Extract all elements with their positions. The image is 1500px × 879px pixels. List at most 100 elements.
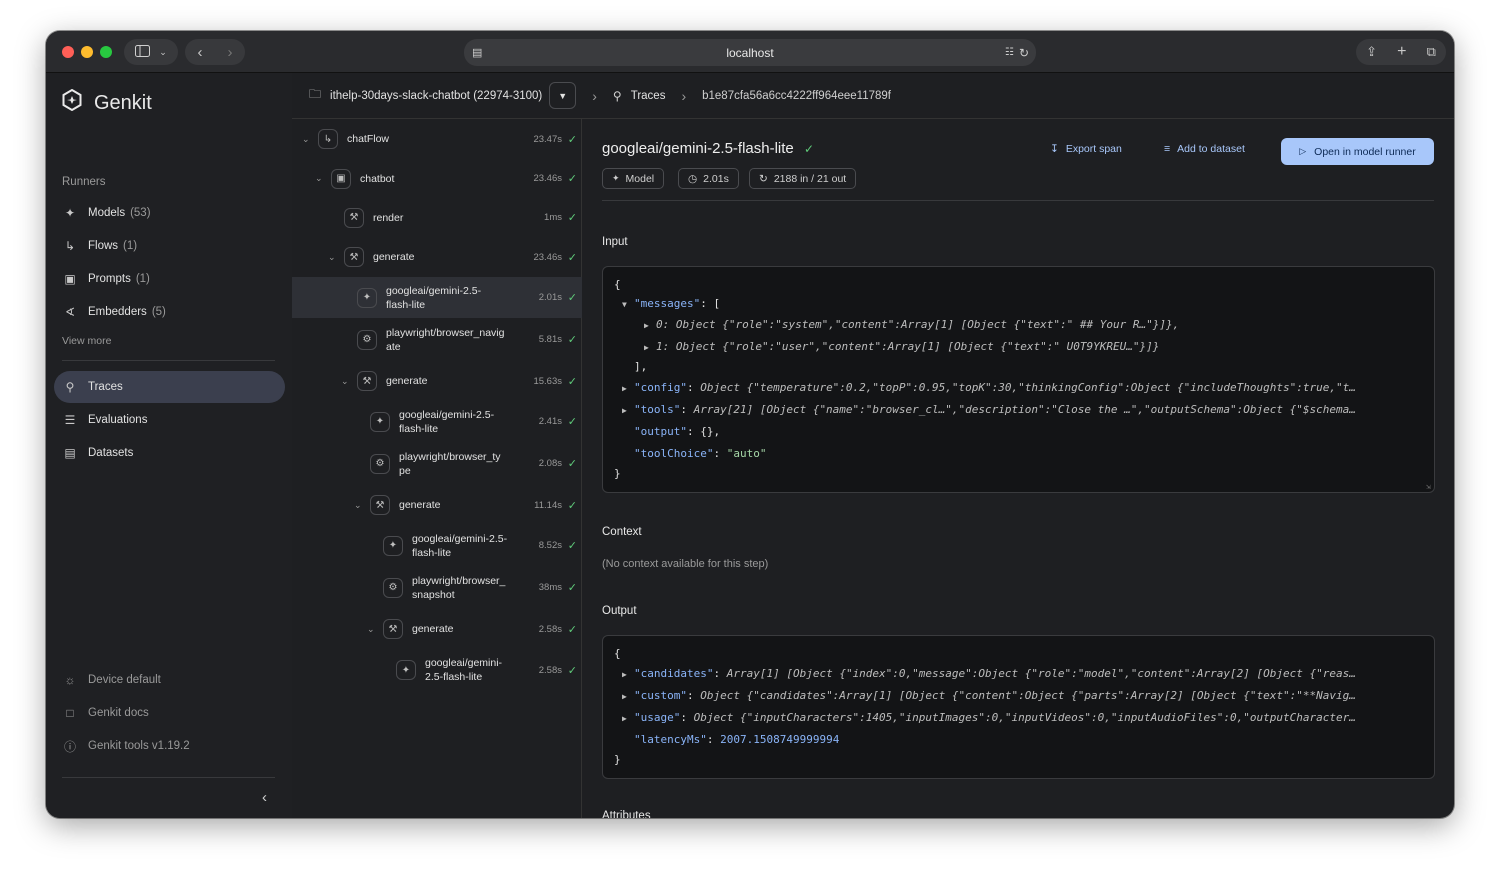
sidebar-divider: [62, 360, 275, 361]
span-label: playwright/browser_ty pe: [399, 450, 501, 477]
chevron-down-icon[interactable]: ⌄: [328, 252, 336, 263]
span-title: googleai/gemini-2.5-flash-lite ✓: [602, 140, 815, 157]
zoom-window-button[interactable]: [100, 46, 112, 58]
sidebar-footer-divider: [62, 777, 275, 778]
span-label: generate: [399, 499, 441, 511]
check-icon: ✓: [567, 292, 577, 304]
span-label: googleai/gemini-2.5-flash-lite: [386, 284, 482, 311]
page-settings-icon[interactable]: ▤: [472, 46, 482, 59]
new-tab-icon[interactable]: +: [1397, 43, 1406, 61]
resize-handle-icon[interactable]: ⇲: [1426, 482, 1431, 491]
expand-triangle-icon[interactable]: ▶: [622, 404, 634, 418]
chevron-down-icon[interactable]: ⌄: [354, 500, 362, 511]
tree-row-gemini[interactable]: ✦ googleai/gemini-2.5- flash-lite 2.41s ✓: [292, 401, 582, 442]
add-to-dataset-button[interactable]: ≡ Add to dataset: [1164, 143, 1245, 155]
chevron-down-icon[interactable]: ⌄: [315, 173, 323, 184]
tree-row-browser-type[interactable]: ⚙ playwright/browser_ty pe 2.08s ✓: [292, 442, 582, 485]
sidebar-item-embedders[interactable]: ∢ Embedders (5): [54, 296, 285, 328]
genkit-version-info[interactable]: ⓘ Genkit tools v1.19.2: [54, 730, 285, 762]
back-arrow-icon[interactable]: ‹: [198, 44, 203, 61]
sidebar-toggle-button[interactable]: ⌄: [124, 39, 178, 65]
play-icon: ▷: [1299, 146, 1307, 156]
genkit-docs-link[interactable]: □ Genkit docs: [54, 697, 285, 729]
span-duration: 5.81s: [538, 334, 562, 345]
download-icon: ↧: [1050, 143, 1059, 155]
sidebar-item-datasets[interactable]: ▤ Datasets: [54, 437, 285, 469]
expand-triangle-icon[interactable]: ▶: [622, 690, 634, 704]
tab-overview-icon[interactable]: ⧉: [1427, 44, 1436, 60]
collapse-sidebar-icon[interactable]: ‹: [262, 789, 267, 806]
token-usage-chip: ↻ 2188 in / 21 out: [749, 168, 857, 189]
close-window-button[interactable]: [62, 46, 74, 58]
json-line[interactable]: ▶ "candidates": Array[1] [Object {"index"…: [622, 667, 1356, 682]
expand-triangle-icon[interactable]: ▶: [622, 712, 634, 726]
minimize-window-button[interactable]: [81, 46, 93, 58]
sidebar-item-label: Prompts: [88, 273, 131, 285]
expand-triangle-icon[interactable]: ▶: [622, 382, 634, 396]
info-icon: ⓘ: [63, 739, 76, 754]
translate-icon[interactable]: ☷: [1005, 47, 1014, 58]
open-in-model-runner-button[interactable]: ▷ Open in model runner: [1281, 138, 1434, 165]
sidebar-item-label: Device default: [88, 674, 161, 686]
view-more-link[interactable]: View more: [62, 335, 111, 347]
chevron-down-icon[interactable]: ⌄: [341, 376, 349, 387]
json-line[interactable]: ▶ "config": Object {"temperature":0.2,"to…: [622, 381, 1356, 396]
sparkle-icon: ✦: [357, 287, 377, 308]
project-dropdown-button[interactable]: ▼: [549, 82, 577, 109]
expand-triangle-icon[interactable]: ▶: [644, 341, 656, 355]
sidebar-item-evaluations[interactable]: ☰ Evaluations: [54, 404, 285, 436]
span-label: chatFlow: [347, 133, 390, 145]
span-duration: 23.46s: [533, 251, 562, 263]
tool-icon: ⚒: [383, 619, 403, 639]
check-icon: ✓: [567, 251, 577, 264]
sidebar-item-label: Flows: [88, 240, 119, 252]
input-json-viewer[interactable]: { ▼ "messages": [ ▶ 0: Object {"role":"sys…: [602, 266, 1435, 493]
genkit-logo[interactable]: Genkit: [62, 88, 152, 117]
theme-selector[interactable]: ☼ Device default: [54, 664, 285, 696]
span-label: render: [373, 211, 404, 224]
collapse-triangle-icon[interactable]: ▼: [622, 298, 634, 312]
tool-icon: ⚒: [370, 495, 390, 515]
tree-row-gemini-selected[interactable]: ✦ googleai/gemini-2.5- flash-lite 2.01s ✓: [292, 277, 582, 318]
tree-row-generate[interactable]: ⌄ ⚒ generate 2.58s ✓: [292, 609, 582, 649]
sidebar-item-prompts[interactable]: ▣ Prompts (1): [54, 263, 285, 295]
input-section-title: Input: [602, 236, 628, 248]
share-icon[interactable]: ⇪: [1366, 44, 1377, 60]
check-icon: ✓: [567, 664, 577, 677]
tree-row-generate[interactable]: ⌄ ⚒ generate 11.14s ✓: [292, 485, 582, 525]
tree-row-render[interactable]: ⚒ render 1ms ✓: [292, 198, 582, 237]
expand-triangle-icon[interactable]: ▶: [622, 668, 634, 682]
output-json-viewer[interactable]: { ▶ "candidates": Array[1] [Object {"inde…: [602, 635, 1435, 779]
project-name[interactable]: ithelp-30days-slack-chatbot (22974-3100): [330, 90, 542, 102]
flow-icon: ↳: [318, 129, 338, 149]
sidebar-item-models[interactable]: ✦ Models (53): [54, 197, 285, 229]
json-line[interactable]: ▶ "custom": Object {"candidates":Array[1]…: [622, 689, 1356, 704]
tree-row-browser-snapshot[interactable]: ⚙ playwright/browser_ snapshot 38ms ✓: [292, 566, 582, 609]
chevron-down-icon[interactable]: ⌄: [367, 624, 375, 635]
tree-row-gemini[interactable]: ✦ googleai/gemini- 2.5-flash-lite 2.58s ✓: [292, 649, 582, 691]
json-line[interactable]: ▶ 1: Object {"role":"user","content":Arra…: [644, 340, 1159, 355]
reload-icon[interactable]: ↻: [1019, 46, 1029, 60]
traces-search-icon: ⚲: [612, 88, 622, 103]
tree-row-chatflow[interactable]: ⌄ ↳ chatFlow 23.47s ✓: [292, 119, 582, 159]
attributes-section-title: Attributes: [602, 810, 651, 818]
tree-row-generate[interactable]: ⌄ ⚒ generate 15.63s ✓: [292, 361, 582, 401]
json-line[interactable]: ▶ "tools": Array[21] [Object {"name":"bro…: [622, 403, 1356, 418]
sidebar-item-flows[interactable]: ↳ Flows (1): [54, 230, 285, 262]
json-line[interactable]: ▶ 0: Object {"role":"system","content":Ar…: [644, 318, 1179, 333]
breadcrumb-traces-link[interactable]: Traces: [631, 90, 666, 102]
address-bar[interactable]: ▤ localhost ☷ ↻: [464, 39, 1036, 66]
sidebar-item-traces[interactable]: ⚲ Traces: [54, 371, 285, 403]
chevron-down-icon[interactable]: ⌄: [302, 134, 310, 145]
json-line[interactable]: ▼ "messages": [: [622, 297, 720, 312]
tree-row-browser-navigate[interactable]: ⚙ playwright/browser_navig ate 5.81s ✓: [292, 318, 582, 361]
tree-row-gemini[interactable]: ✦ googleai/gemini-2.5- flash-lite 8.52s ✓: [292, 525, 582, 566]
forward-arrow-icon[interactable]: ›: [228, 44, 233, 61]
export-span-button[interactable]: ↧ Export span: [1050, 143, 1122, 155]
clock-icon: ◷: [688, 172, 698, 185]
json-line[interactable]: ▶ "usage": Object {"inputCharacters":1405…: [622, 711, 1356, 726]
expand-triangle-icon[interactable]: ▶: [644, 319, 656, 333]
brightness-icon: ☼: [64, 673, 76, 687]
tree-row-chatbot[interactable]: ⌄ ▣ chatbot 23.46s ✓: [292, 159, 582, 198]
tree-row-generate[interactable]: ⌄ ⚒ generate 23.46s ✓: [292, 237, 582, 277]
